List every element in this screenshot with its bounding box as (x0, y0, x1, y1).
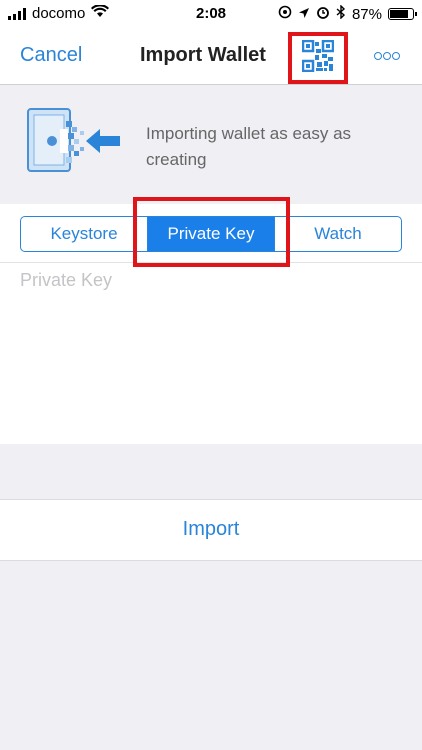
qr-code-icon (301, 39, 335, 77)
bluetooth-icon (336, 4, 346, 23)
battery-percent: 87% (351, 5, 382, 23)
more-dot-icon (383, 52, 391, 60)
page-title: Import Wallet (140, 44, 266, 66)
private-key-input[interactable] (20, 270, 402, 430)
import-type-segmented-control: Keystore Private Key Watch (20, 216, 402, 252)
more-dot-icon (392, 52, 400, 60)
cancel-button[interactable]: Cancel (20, 44, 82, 67)
nav-bar: Cancel Import Wallet (0, 30, 422, 85)
info-banner: Importing wallet as easy as creating (0, 85, 422, 203)
wallet-import-icon (26, 107, 126, 182)
more-options-button[interactable] (374, 52, 400, 60)
alarm-icon (316, 5, 330, 23)
battery-icon (388, 8, 417, 20)
import-row: Import (0, 499, 422, 561)
import-button[interactable]: Import (0, 518, 422, 541)
more-dot-icon (374, 52, 382, 60)
scan-qr-button[interactable] (288, 32, 348, 84)
segment-watch[interactable]: Watch (275, 217, 401, 251)
location-icon (278, 5, 292, 23)
banner-text: Importing wallet as easy as creating (146, 124, 352, 169)
import-form: Keystore Private Key Watch (0, 204, 422, 444)
segment-keystore[interactable]: Keystore (21, 217, 148, 251)
divider (0, 262, 422, 263)
status-bar: docomo 2:08 87% (0, 0, 422, 30)
segment-private-key[interactable]: Private Key (148, 217, 275, 251)
navigation-arrow-icon (298, 6, 310, 23)
status-right: 87% (278, 4, 417, 23)
